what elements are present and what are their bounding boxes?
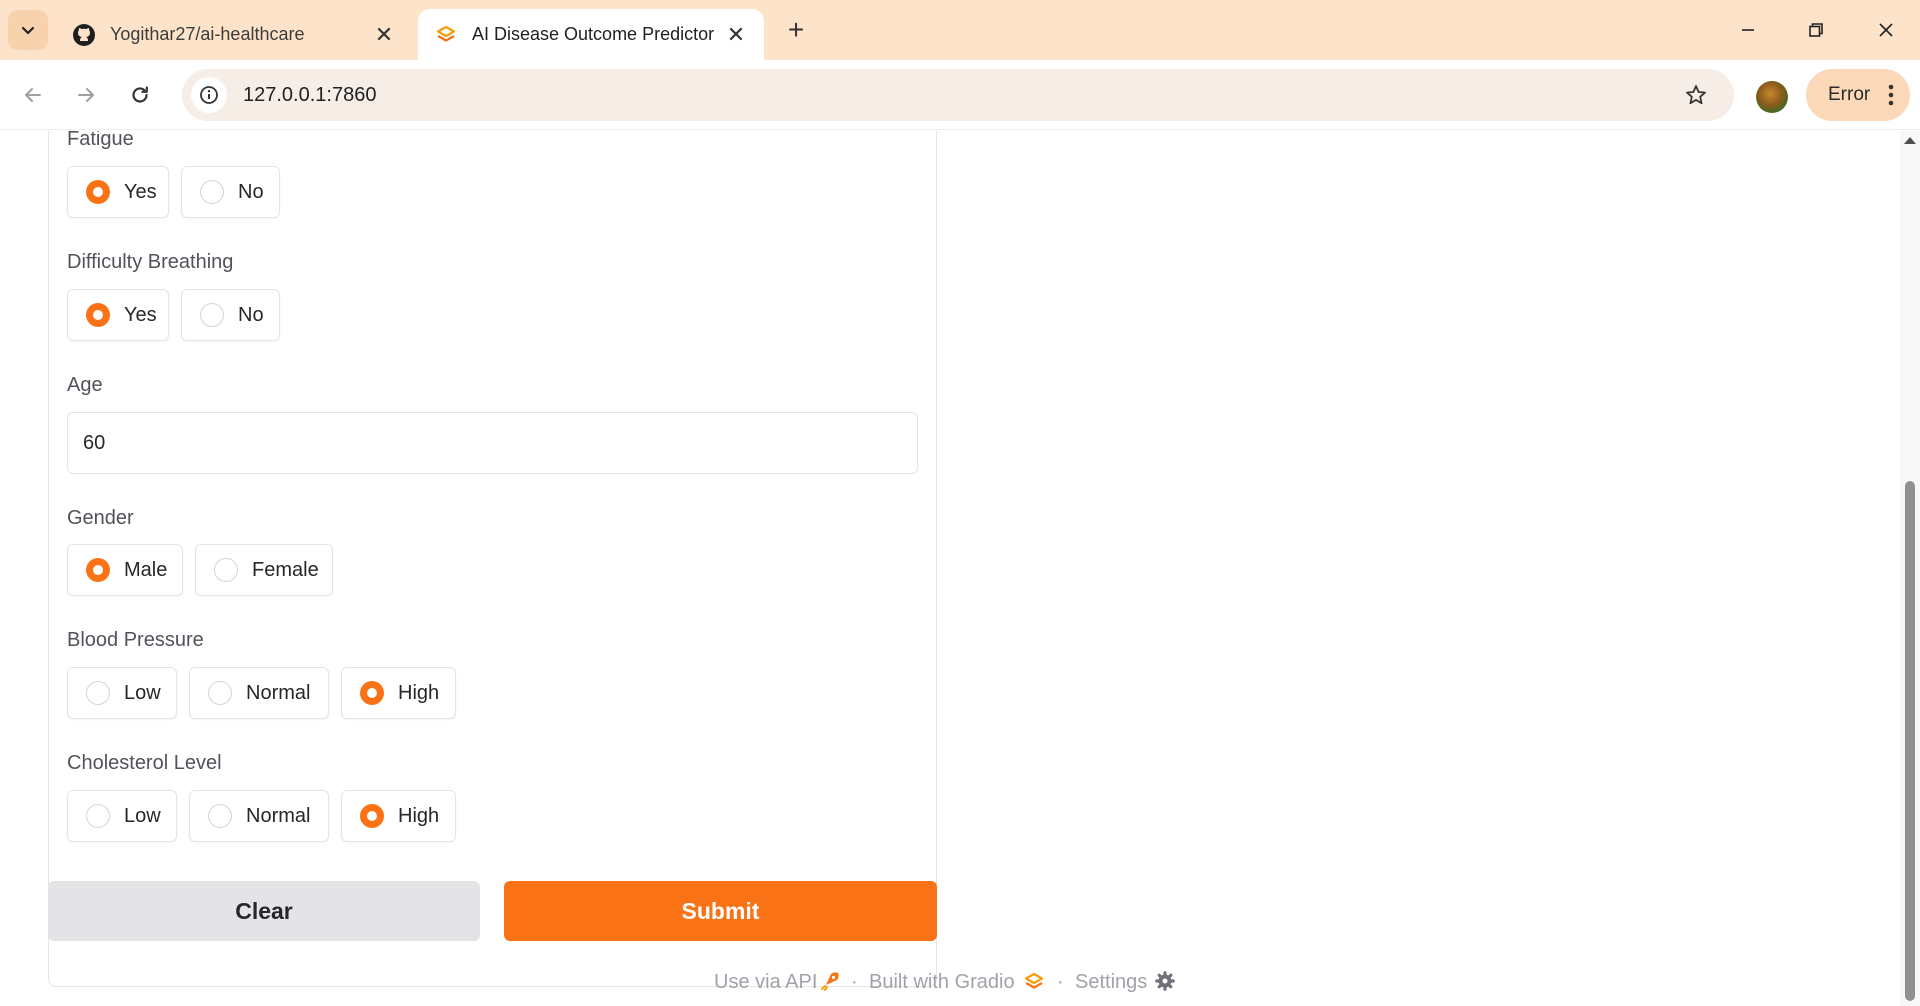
use-via-api-link[interactable]: Use via API (714, 971, 817, 994)
cholesterol-label: Cholesterol Level (67, 752, 222, 774)
cholesterol-option-normal[interactable]: Normal (189, 790, 329, 842)
browser-toolbar: 127.0.0.1:7860 Error (0, 60, 1920, 130)
back-button[interactable] (14, 76, 52, 114)
tab-title: Yogithar27/ai-healthcare (110, 24, 305, 44)
option-label: Normal (246, 681, 311, 704)
age-input[interactable] (67, 412, 918, 474)
page-scrollbar[interactable] (1900, 131, 1920, 1006)
minimize-icon (1742, 29, 1754, 31)
forward-button[interactable] (67, 76, 105, 114)
difficulty-breathing-option-yes[interactable]: Yes (67, 289, 169, 341)
blood-pressure-label: Blood Pressure (67, 629, 204, 651)
restore-button[interactable] (1788, 10, 1844, 50)
footer-separator: · (1057, 971, 1064, 993)
cholesterol-option-high[interactable]: High (341, 790, 456, 842)
radio-unchecked-icon (200, 180, 224, 204)
blood-pressure-option-high[interactable]: High (341, 667, 456, 719)
new-tab-button[interactable]: + (780, 14, 812, 46)
arrow-left-icon (25, 88, 41, 102)
option-label: Low (124, 681, 161, 704)
page-viewport: Fatigue Yes No Difficulty Breathing Yes … (0, 131, 1920, 1006)
profile-error-chip[interactable]: Error (1806, 69, 1910, 121)
blood-pressure-option-low[interactable]: Low (67, 667, 177, 719)
reload-icon (132, 86, 148, 103)
option-label: No (238, 303, 264, 326)
bookmark-star-icon[interactable] (1676, 75, 1716, 115)
github-icon (70, 21, 98, 49)
radio-unchecked-icon (208, 804, 232, 828)
close-tab-icon[interactable]: ✕ (370, 21, 398, 49)
more-vert-icon[interactable] (1888, 84, 1894, 112)
tab-github[interactable]: Yogithar27/ai-healthcare ✕ (56, 9, 412, 60)
option-label: Male (124, 558, 168, 581)
radio-unchecked-icon (208, 681, 232, 705)
address-bar[interactable]: 127.0.0.1:7860 (182, 69, 1734, 121)
gradio-icon (432, 21, 460, 49)
arrow-right-icon (78, 88, 94, 102)
gender-option-male[interactable]: Male (67, 544, 183, 596)
minimize-button[interactable] (1720, 10, 1776, 50)
tab-search-button[interactable] (8, 10, 48, 50)
close-tab-icon[interactable]: ✕ (722, 21, 750, 49)
option-label: High (398, 681, 440, 704)
profile-avatar[interactable] (1756, 81, 1788, 113)
scroll-up-arrow-icon[interactable] (1904, 137, 1916, 144)
built-with-gradio-link[interactable]: Built with Gradio (869, 971, 1015, 994)
footer-separator: · (851, 971, 858, 993)
option-label: Female (252, 558, 319, 581)
radio-checked-icon (86, 180, 110, 204)
radio-unchecked-icon (86, 804, 110, 828)
submit-button[interactable]: Submit (504, 881, 937, 941)
close-icon (1879, 23, 1893, 37)
option-label: No (238, 180, 264, 203)
site-info-icon[interactable] (191, 77, 227, 113)
radio-unchecked-icon (200, 303, 224, 327)
tab-strip: Yogithar27/ai-healthcare ✕ AI Disease Ou… (0, 0, 1920, 60)
gender-label: Gender (67, 507, 134, 529)
gender-option-female[interactable]: Female (195, 544, 333, 596)
radio-checked-icon (86, 303, 110, 327)
option-label: Low (124, 804, 161, 827)
radio-checked-icon (360, 681, 384, 705)
option-label: Yes (124, 180, 157, 203)
gradio-logo-icon (1023, 971, 1045, 999)
chevron-down-icon (21, 26, 35, 35)
clear-button[interactable]: Clear (48, 881, 480, 941)
error-label: Error (1828, 84, 1871, 105)
blood-pressure-option-normal[interactable]: Normal (189, 667, 329, 719)
rocket-icon (819, 970, 841, 998)
gradio-footer: Use via API · Built with Gradio · Settin… (0, 971, 1920, 1006)
cholesterol-option-low[interactable]: Low (67, 790, 177, 842)
gear-icon (1155, 971, 1175, 997)
reload-button[interactable] (121, 76, 159, 114)
tab-title: AI Disease Outcome Predictor (472, 24, 715, 44)
radio-unchecked-icon (86, 681, 110, 705)
plus-icon: + (787, 14, 805, 45)
url-text: 127.0.0.1:7860 (243, 83, 377, 106)
tab-predictor[interactable]: AI Disease Outcome Predictor ✕ (418, 9, 764, 60)
option-label: High (398, 804, 440, 827)
scrollbar-thumb[interactable] (1905, 481, 1915, 1001)
difficulty-breathing-option-no[interactable]: No (181, 289, 280, 341)
fatigue-option-yes[interactable]: Yes (67, 166, 169, 218)
age-label: Age (67, 374, 103, 396)
radio-checked-icon (86, 558, 110, 582)
radio-unchecked-icon (214, 558, 238, 582)
restore-icon (1809, 23, 1823, 37)
fatigue-label: Fatigue (67, 131, 134, 150)
settings-link[interactable]: Settings (1075, 971, 1147, 994)
close-window-button[interactable] (1858, 10, 1914, 50)
fatigue-option-no[interactable]: No (181, 166, 280, 218)
option-label: Normal (246, 804, 311, 827)
option-label: Yes (124, 303, 157, 326)
difficulty-breathing-label: Difficulty Breathing (67, 251, 234, 273)
radio-checked-icon (360, 804, 384, 828)
